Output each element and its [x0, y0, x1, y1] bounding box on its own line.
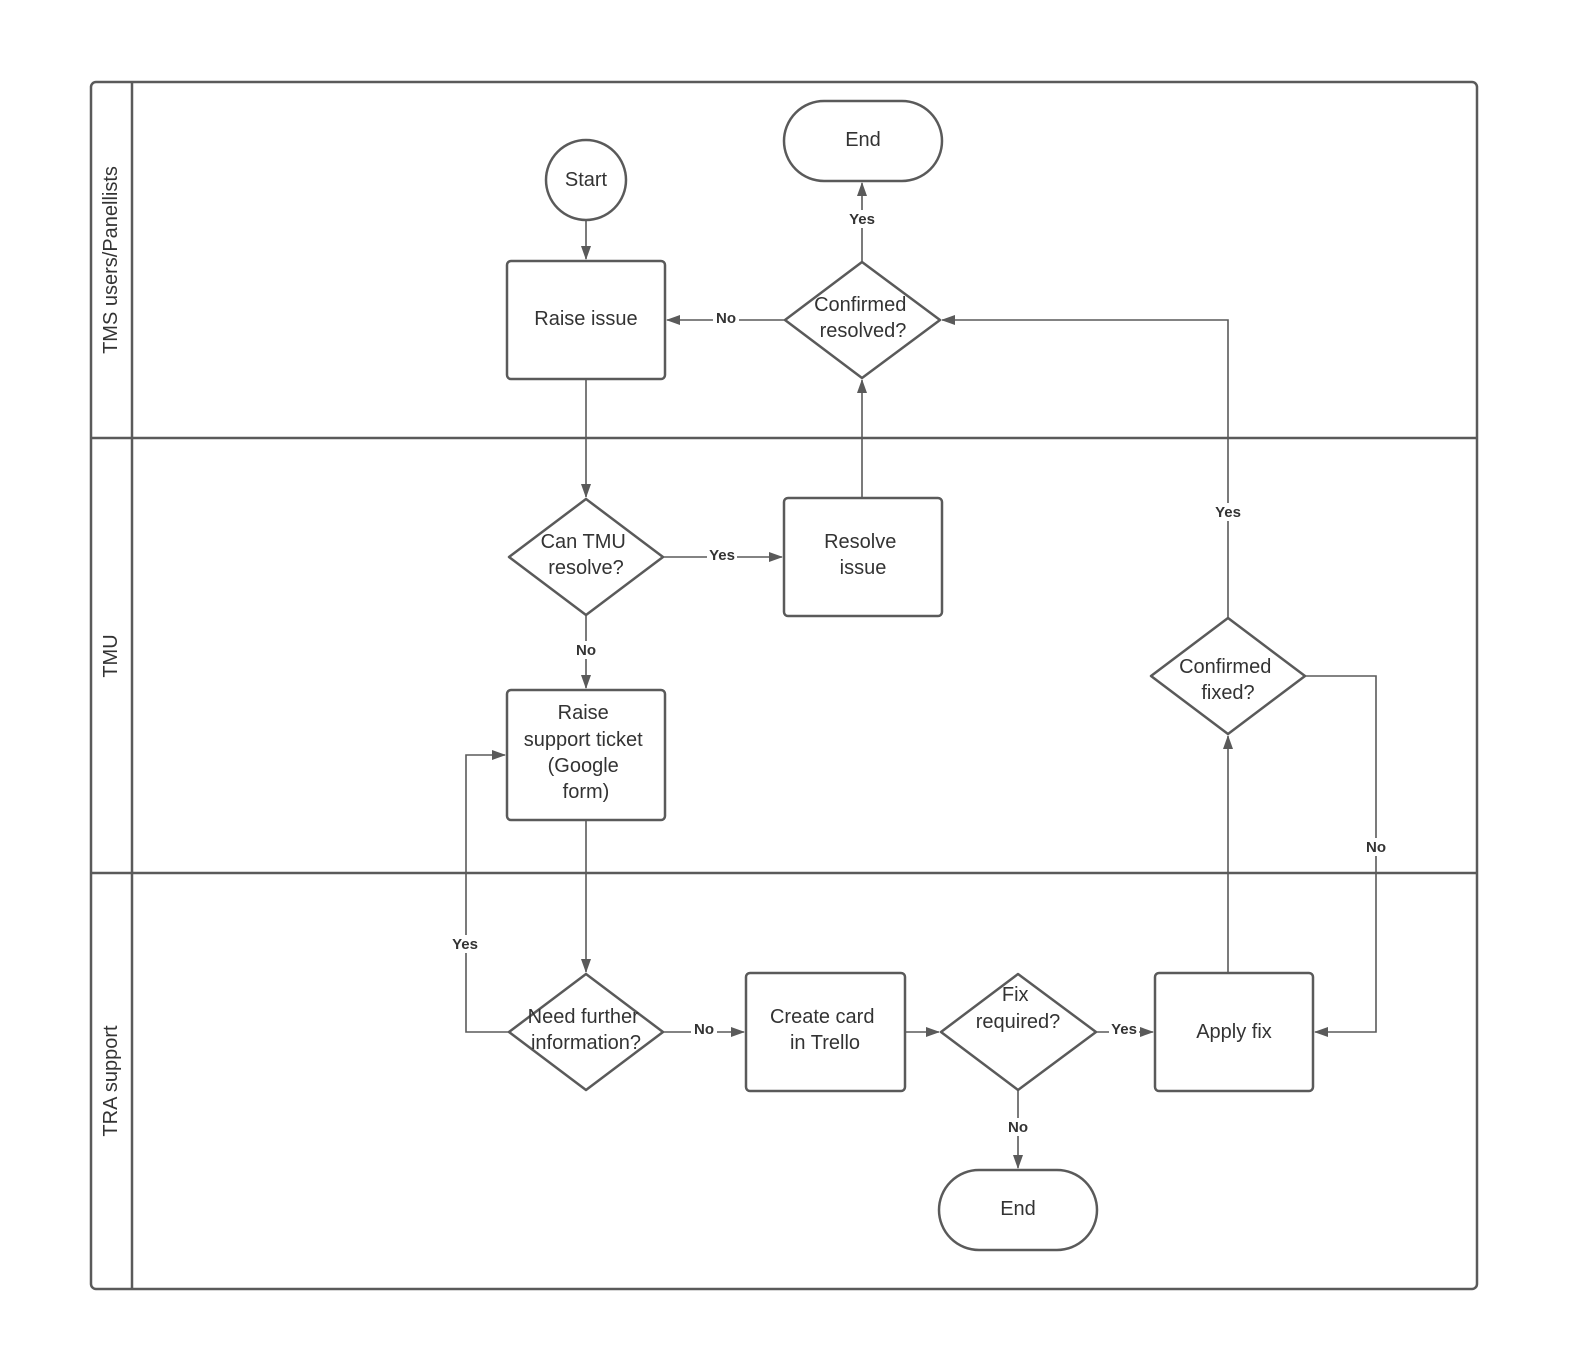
edge-label-yes: Yes [1111, 1021, 1137, 1038]
edge-label-yes: Yes [1215, 504, 1241, 521]
node-label: Apply fix [1196, 1021, 1272, 1043]
start-node: Start [544, 138, 628, 222]
end-node-bottom: End [937, 1168, 1099, 1252]
need-further-info-decision: Need further information? [507, 972, 665, 1092]
edge-needinfo-ticket [465, 750, 509, 1033]
edge-label-yes: Yes [849, 211, 875, 228]
swimlane-flowchart: TMS users/Panellists TMU TRA support Yes… [89, 80, 1479, 1291]
create-card-node: Create card in Trello [744, 971, 907, 1093]
apply-fix-node: Apply fix [1153, 971, 1315, 1093]
resolve-issue-node: Resolve issue [782, 496, 944, 618]
edge-label-no: No [1366, 839, 1386, 856]
lane-label-tra-support: TRA support [100, 1025, 122, 1137]
edge-label-no: No [694, 1021, 714, 1038]
edge-label-no: No [576, 642, 596, 659]
node-label: Start [565, 169, 608, 191]
edge-label-yes: Yes [452, 936, 478, 953]
confirmed-fixed-decision: Confirmed fixed? [1149, 616, 1307, 736]
can-tmu-resolve-decision: Can TMU resolve? [507, 497, 665, 617]
lane-label-users: TMS users/Panellists [100, 166, 122, 354]
edge-label-no: No [716, 310, 736, 327]
end-node-top: End [782, 99, 944, 183]
node-label: End [845, 129, 881, 151]
raise-issue-node: Raise issue [505, 259, 667, 381]
lane-label-tmu: TMU [100, 634, 122, 677]
confirmed-resolved-decision: Confirmed resolved? [783, 260, 942, 380]
raise-support-ticket-node: Raise support ticket (Google form) [505, 688, 667, 822]
edge-label-yes: Yes [709, 547, 735, 564]
fix-required-decision: Fix required? [939, 972, 1098, 1092]
node-label: End [1000, 1198, 1036, 1220]
edge-fixed-confirmed [941, 315, 1229, 618]
edge-label-no: No [1008, 1119, 1028, 1136]
node-label: Raise issue [534, 308, 637, 330]
